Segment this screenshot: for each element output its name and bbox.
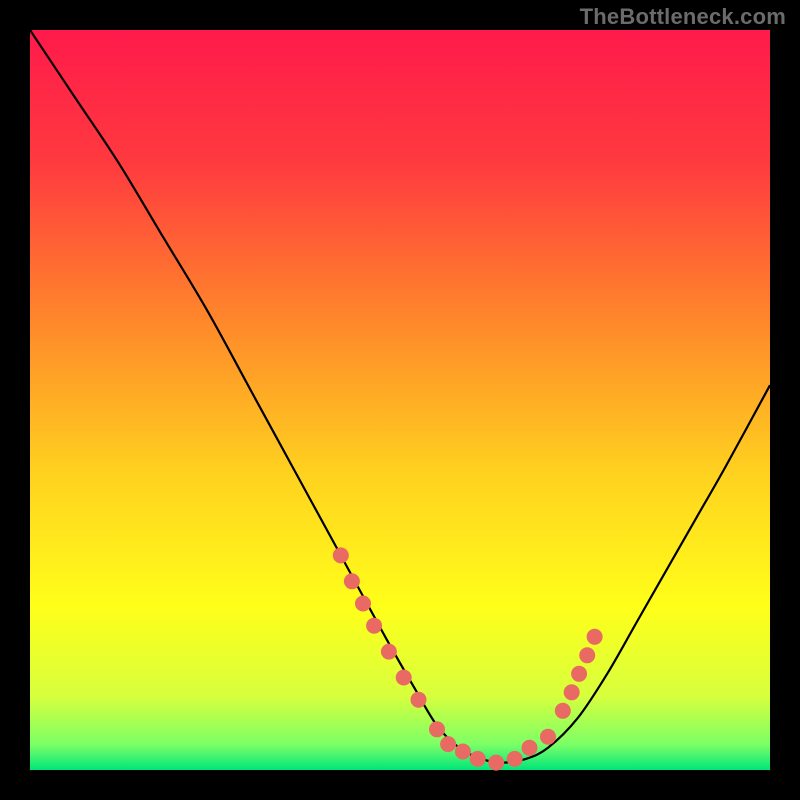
highlight-dot — [440, 736, 456, 752]
highlight-dot — [333, 547, 349, 563]
highlight-dot — [579, 647, 595, 663]
chart-frame: TheBottleneck.com — [0, 0, 800, 800]
highlight-dot — [522, 740, 538, 756]
highlight-dot — [564, 684, 580, 700]
highlight-dot — [571, 666, 587, 682]
highlight-dot — [396, 670, 412, 686]
highlight-dot — [470, 751, 486, 767]
highlight-dot — [344, 573, 360, 589]
highlight-dot — [381, 644, 397, 660]
highlight-dot — [555, 703, 571, 719]
highlight-dot — [587, 629, 603, 645]
highlight-dot — [507, 751, 523, 767]
bottleneck-chart — [0, 0, 800, 800]
highlight-dot — [540, 729, 556, 745]
highlight-dot — [429, 721, 445, 737]
highlight-dot — [488, 755, 504, 771]
highlight-dot — [411, 692, 427, 708]
plot-background — [30, 30, 770, 770]
highlight-dot — [455, 744, 471, 760]
highlight-dot — [355, 596, 371, 612]
watermark-text: TheBottleneck.com — [580, 4, 786, 30]
highlight-dot — [366, 618, 382, 634]
